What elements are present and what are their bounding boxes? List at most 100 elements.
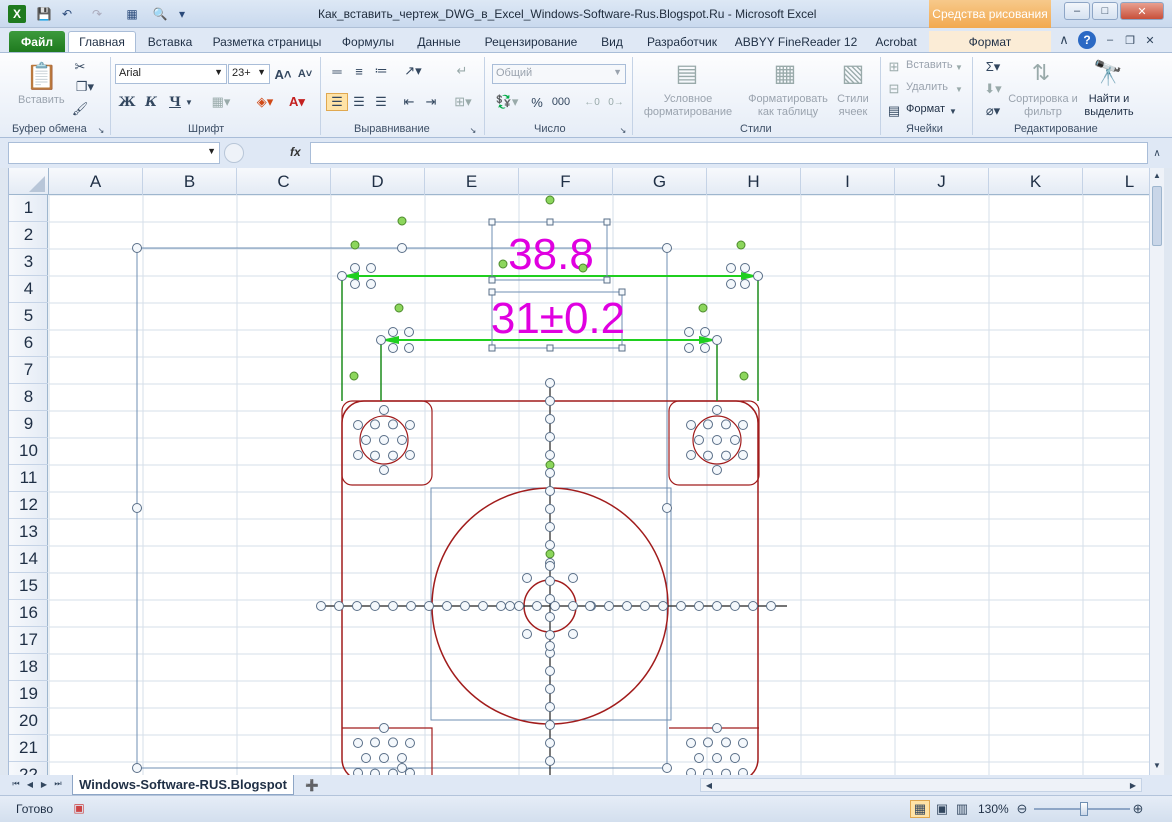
copy-icon[interactable]: ❐▾ <box>72 79 98 95</box>
selection-handle[interactable] <box>568 573 578 583</box>
selection-handle[interactable] <box>604 601 614 611</box>
page-break-view-icon[interactable]: ▥ <box>952 800 972 818</box>
selection-handle[interactable] <box>397 763 407 773</box>
cell-styles-icon[interactable]: ▧ <box>838 57 868 89</box>
italic-button[interactable]: К <box>142 93 160 111</box>
selection-handle[interactable] <box>676 601 686 611</box>
selection-handle[interactable] <box>568 601 578 611</box>
format-as-table-icon[interactable]: ▦ <box>770 57 800 89</box>
resize-handle[interactable] <box>546 218 554 226</box>
zoom-out-icon[interactable]: ⊖ <box>1014 801 1030 817</box>
selection-handle[interactable] <box>684 343 694 353</box>
paste-icon[interactable]: 📋 <box>26 59 58 93</box>
tab-page-layout[interactable]: Разметка страницы <box>208 31 326 52</box>
tab-file[interactable]: Файл <box>9 31 65 52</box>
selection-handle[interactable] <box>388 419 398 430</box>
rotation-handle[interactable] <box>394 303 404 313</box>
selection-handle[interactable] <box>350 263 360 273</box>
selection-handle[interactable] <box>379 753 389 763</box>
selection-handle[interactable] <box>545 666 555 676</box>
selection-handle[interactable] <box>361 435 371 445</box>
selection-handle[interactable] <box>712 753 722 763</box>
increase-indent-icon[interactable]: ⇥ <box>422 93 440 111</box>
selection-handle[interactable] <box>545 641 555 651</box>
decrease-indent-icon[interactable]: ⇤ <box>400 93 418 111</box>
insert-function-button[interactable]: fx <box>290 145 301 159</box>
paste-button[interactable]: Вставить <box>18 94 65 106</box>
rotation-handle[interactable] <box>349 371 359 381</box>
selection-handle[interactable] <box>424 601 434 611</box>
tab-abbyy[interactable]: ABBYY FineReader 12 <box>734 31 858 52</box>
selection-handle[interactable] <box>545 756 555 766</box>
selection-handle[interactable] <box>640 601 650 611</box>
formula-bar-splitter-icon[interactable] <box>224 143 244 163</box>
selection-handle[interactable] <box>545 486 555 496</box>
selection-handle[interactable] <box>730 753 740 763</box>
selection-handle[interactable] <box>730 601 740 611</box>
conditional-formatting-icon[interactable]: ▤ <box>672 57 702 89</box>
selection-handle[interactable] <box>334 601 344 611</box>
selection-handle[interactable] <box>703 737 713 748</box>
selection-handle[interactable] <box>361 753 371 763</box>
tab-format[interactable]: Формат <box>929 31 1051 52</box>
selection-handle[interactable] <box>132 243 142 253</box>
rotation-handle[interactable] <box>739 371 749 381</box>
selection-handle[interactable] <box>404 343 414 353</box>
resize-handle[interactable] <box>488 344 496 352</box>
horizontal-scrollbar[interactable]: ◀ ▶ <box>700 778 1142 792</box>
tab-view[interactable]: Вид <box>594 31 630 52</box>
tab-acrobat[interactable]: Acrobat <box>868 31 924 52</box>
selection-handle[interactable] <box>370 601 380 611</box>
selection-handle[interactable] <box>366 263 376 273</box>
selection-handle[interactable] <box>694 601 704 611</box>
tab-home[interactable]: Главная <box>68 31 136 52</box>
rotation-handle[interactable] <box>545 460 555 470</box>
rotation-handle[interactable] <box>698 303 708 313</box>
resize-handle[interactable] <box>488 218 496 226</box>
selection-handle[interactable] <box>726 279 736 289</box>
selection-handle[interactable] <box>766 601 776 611</box>
resize-handle[interactable] <box>618 344 626 352</box>
selection-handle[interactable] <box>737 738 748 748</box>
selection-handle[interactable] <box>132 503 142 513</box>
tab-review[interactable]: Рецензирование <box>478 31 584 52</box>
selection-handle[interactable] <box>686 450 697 460</box>
align-top-icon[interactable]: ═ <box>328 63 346 79</box>
selection-handle[interactable] <box>737 450 748 460</box>
selection-handle[interactable] <box>388 737 398 748</box>
selection-handle[interactable] <box>478 601 488 611</box>
selection-handle[interactable] <box>397 435 407 445</box>
vertical-scrollbar[interactable]: ▲ ▼ <box>1149 168 1164 775</box>
selection-handle[interactable] <box>686 420 697 430</box>
font-size-combo[interactable]: 23+ ▼ <box>228 64 270 84</box>
scroll-right-icon[interactable]: ▶ <box>1127 779 1139 791</box>
scroll-up-icon[interactable]: ▲ <box>1150 168 1164 182</box>
workbook-restore-icon[interactable]: ❐ <box>1122 32 1138 48</box>
rotation-handle[interactable] <box>498 259 508 269</box>
selection-handle[interactable] <box>662 763 672 773</box>
selection-handle[interactable] <box>721 737 731 748</box>
selection-handle[interactable] <box>404 420 415 430</box>
selection-handle[interactable] <box>712 335 722 345</box>
selection-handle[interactable] <box>522 629 532 639</box>
selection-handle[interactable] <box>442 601 452 611</box>
zoom-in-icon[interactable]: ⊕ <box>1130 801 1146 817</box>
rotation-handle[interactable] <box>350 240 360 250</box>
decrease-decimal-icon[interactable]: 0→ <box>606 93 626 111</box>
selection-handle[interactable] <box>132 763 142 773</box>
underline-button[interactable]: Ч <box>166 93 184 111</box>
redo-icon[interactable]: ↷ <box>88 5 106 23</box>
selection-handle[interactable] <box>721 450 731 461</box>
expand-formula-bar-icon[interactable]: ∧ <box>1150 144 1164 162</box>
maximize-button[interactable]: □ <box>1092 2 1118 20</box>
selection-handle[interactable] <box>514 601 524 611</box>
selection-handle[interactable] <box>753 271 763 281</box>
number-launcher-icon[interactable]: ↘ <box>618 125 628 135</box>
selection-handle[interactable] <box>686 738 697 748</box>
sort-filter-icon[interactable]: ⇅ <box>1026 57 1056 89</box>
selection-handle[interactable] <box>545 396 555 406</box>
selection-handle[interactable] <box>545 630 555 640</box>
conditional-formatting-button[interactable]: Условное форматирование <box>636 93 740 119</box>
number-format-combo[interactable]: Общий ▼ <box>492 64 626 84</box>
rotation-handle[interactable] <box>736 240 746 250</box>
